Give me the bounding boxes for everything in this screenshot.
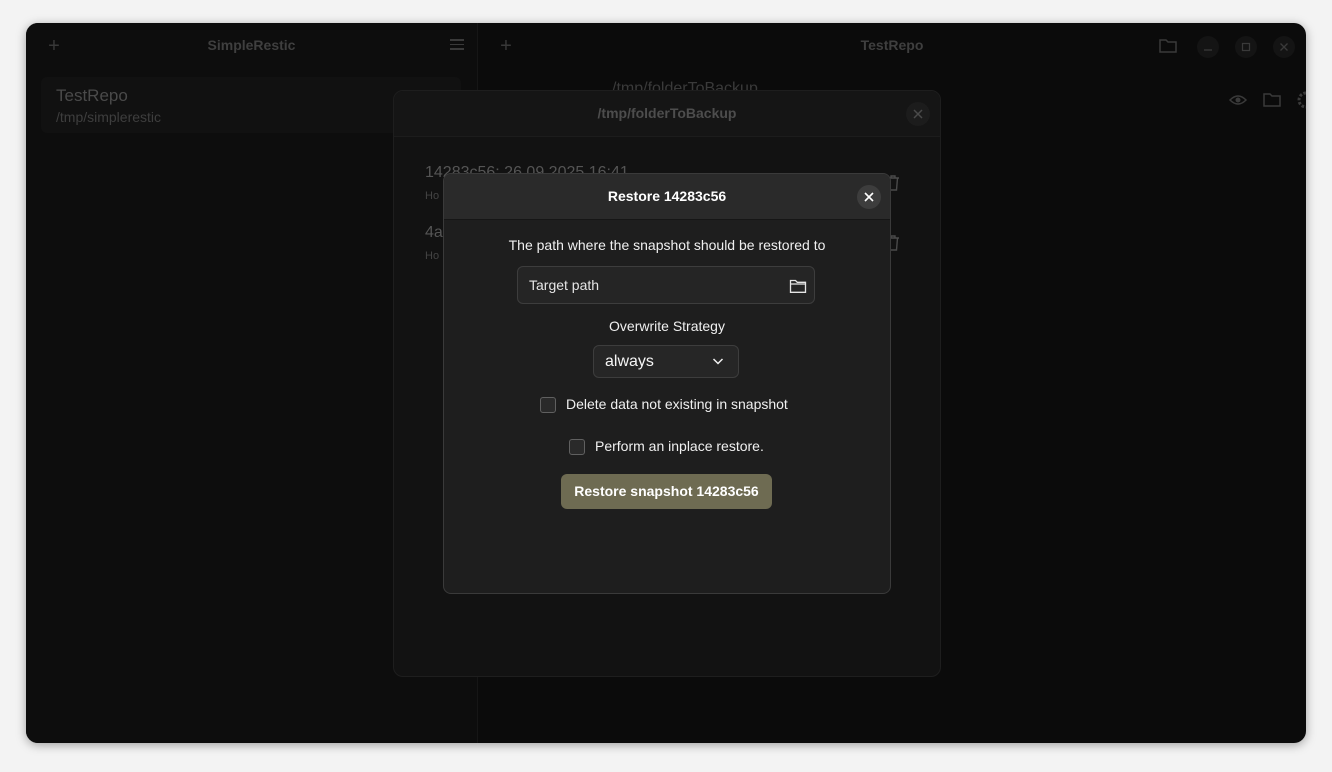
overwrite-strategy-value: always <box>605 353 654 370</box>
gear-icon[interactable] <box>1296 90 1306 110</box>
folder-icon[interactable] <box>789 278 807 294</box>
app-title: SimpleRestic <box>207 37 296 53</box>
dialog-header: /tmp/folderToBackup <box>394 91 940 137</box>
target-path-input[interactable]: Target path <box>517 266 815 304</box>
maximize-button[interactable] <box>1235 36 1257 58</box>
main-title: TestRepo <box>860 37 924 53</box>
folder-icon[interactable] <box>1262 90 1282 110</box>
sidebar-header: + SimpleRestic <box>26 23 477 69</box>
close-window-button[interactable] <box>1273 36 1295 58</box>
repo-path: /tmp/simplerestic <box>56 109 162 125</box>
dialog-title: /tmp/folderToBackup <box>597 105 737 121</box>
overwrite-strategy-label: Overwrite Strategy <box>609 318 725 334</box>
folder-icon[interactable] <box>1158 37 1178 55</box>
inplace-restore-checkbox[interactable] <box>569 439 585 455</box>
dialog-title: Restore 14283c56 <box>607 188 727 204</box>
minimize-button[interactable] <box>1197 36 1219 58</box>
delete-option-row: Delete data not existing in snapshot <box>540 396 820 416</box>
eye-icon[interactable] <box>1228 90 1248 110</box>
path-label: The path where the snapshot should be re… <box>508 237 826 253</box>
close-icon[interactable] <box>857 185 881 209</box>
snapshot-host: Ho <box>425 250 440 262</box>
restore-dialog: Restore 14283c56 The path where the snap… <box>443 173 891 594</box>
chevron-down-icon <box>712 358 724 365</box>
close-icon[interactable] <box>906 102 930 126</box>
delete-data-checkbox[interactable] <box>540 397 556 413</box>
inplace-option-row: Perform an inplace restore. <box>569 438 789 458</box>
dialog-header: Restore 14283c56 <box>444 174 890 220</box>
delete-data-label: Delete data not existing in snapshot <box>566 396 788 412</box>
restore-snapshot-button[interactable]: Restore snapshot 14283c56 <box>561 474 772 509</box>
overwrite-strategy-dropdown[interactable]: always <box>593 345 739 378</box>
hamburger-menu-icon[interactable] <box>450 39 464 51</box>
snapshot-host: Ho <box>425 190 440 202</box>
inplace-restore-label: Perform an inplace restore. <box>595 438 764 454</box>
repo-name: TestRepo <box>56 86 128 105</box>
target-path-placeholder: Target path <box>529 277 600 293</box>
snapshot-title[interactable]: 4a <box>425 224 443 242</box>
